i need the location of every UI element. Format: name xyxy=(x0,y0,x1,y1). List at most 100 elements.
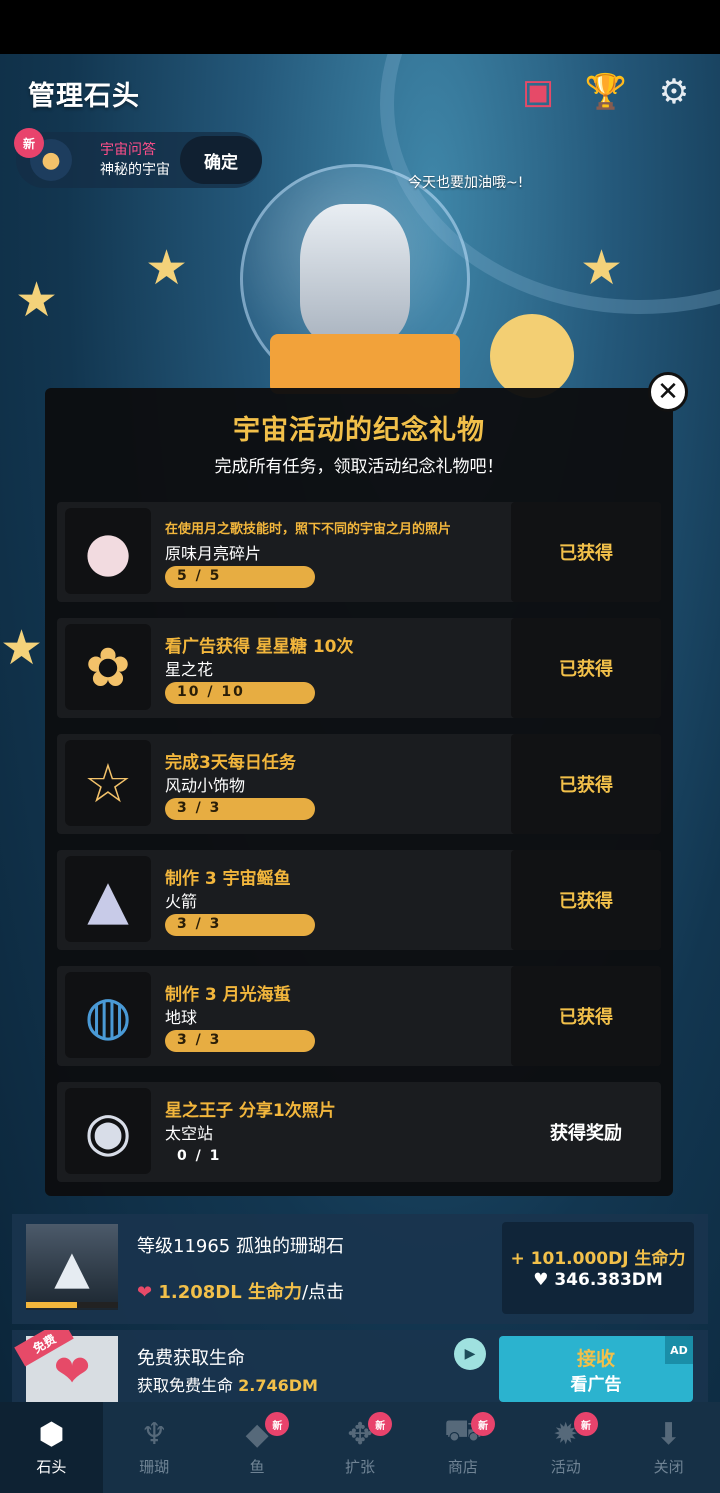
progress-bar: 5 / 5 xyxy=(165,566,315,588)
progress-bar: 3 / 3 xyxy=(165,798,315,820)
coral-icon: ♆ xyxy=(140,1417,168,1452)
watch-ad-label: 看广告 xyxy=(570,1375,622,1395)
progress-text: 3 / 3 xyxy=(177,916,222,932)
task-row: ● 在使用月之歌技能时，照下不同的宇宙之月的照片 原味月亮碎片 5 / 5 已获… xyxy=(57,502,661,602)
reward-name: 原味月亮碎片 xyxy=(165,544,262,563)
tab-label: 石头 xyxy=(36,1458,67,1476)
task-description: 制作 3 月光海蜇 xyxy=(165,985,291,1005)
notification-line1: 宇宙问答 xyxy=(100,142,156,158)
status-label: 已获得 xyxy=(511,618,661,718)
claim-reward-button[interactable]: 获得奖励 xyxy=(511,1082,661,1182)
star-decoration: ★ xyxy=(145,240,189,296)
total-life: ♥ 346.383DM xyxy=(533,1270,663,1290)
task-description: 星之王子 分享1次照片 xyxy=(165,1101,336,1121)
tab-fish[interactable]: 新 ◆ 鱼 xyxy=(206,1402,309,1493)
star-decoration: ★ xyxy=(580,240,624,296)
tab-label: 鱼 xyxy=(249,1458,265,1476)
watch-ad-button[interactable]: 接收 看广告 AD xyxy=(499,1336,693,1402)
star-flower-icon: ✿ xyxy=(65,624,151,710)
offer-subtitle: 获取免费生命 2.746DM xyxy=(137,1372,318,1396)
exp-bar-fill xyxy=(26,1302,77,1308)
confirm-button[interactable]: 确定 xyxy=(180,136,262,184)
tab-expand[interactable]: 新 ✥ 扩张 xyxy=(309,1402,412,1493)
wind-chime-icon: ☆ xyxy=(65,740,151,826)
task-description: 看广告获得 星星糖 10次 xyxy=(165,637,354,657)
task-row: ▲ 制作 3 宇宙鳐鱼 火箭 3 / 3 已获得 xyxy=(57,850,661,950)
free-life-offer: ❤ 免费 免费获取生命 获取免费生命 2.746DM ▶ 接收 看广告 AD xyxy=(12,1330,708,1402)
task-description: 制作 3 宇宙鳐鱼 xyxy=(165,869,291,889)
tap-value: ❤ 1.208DL 生命力/点击 xyxy=(137,1278,344,1304)
rocket-icon: ▲ xyxy=(65,856,151,942)
tab-stone[interactable]: ⬢ 石头 xyxy=(0,1402,103,1493)
close-icon[interactable]: ✕ xyxy=(648,372,688,412)
modal-subtitle: 完成所有任务，领取活动纪念礼物吧！ xyxy=(214,457,504,477)
status-label: 已获得 xyxy=(511,502,661,602)
offer-title: 免费获取生命 xyxy=(137,1348,245,1369)
status-label: 已获得 xyxy=(511,966,661,1066)
new-badge: 新 xyxy=(573,1412,598,1436)
tab-close[interactable]: ⬇ 关闭 xyxy=(617,1402,720,1493)
offer-sub-label: 获取免费生命 xyxy=(137,1376,234,1395)
star-decoration: ★ xyxy=(0,620,44,676)
stone-character[interactable] xyxy=(300,204,410,344)
notification-line2: 神秘的宇宙 xyxy=(100,162,170,178)
reward-name: 火箭 xyxy=(165,892,198,911)
tap-value-suffix: /点击 xyxy=(301,1282,345,1303)
task-row: ✿ 看广告获得 星星糖 10次 星之花 10 / 10 已获得 xyxy=(57,618,661,718)
receive-label: 接收 xyxy=(576,1348,615,1370)
income-box[interactable]: + 101.000DJ 生命力 ♥ 346.383DM xyxy=(502,1222,694,1314)
progress-text: 0 / 1 xyxy=(177,1148,222,1164)
new-badge: 新 xyxy=(14,128,44,158)
heart-tap-icon: ❤ xyxy=(137,1282,159,1303)
trophy-icon[interactable]: 🏆 xyxy=(584,70,628,114)
tab-label: 扩张 xyxy=(345,1458,376,1476)
tab-label: 商店 xyxy=(447,1458,478,1476)
new-badge: 新 xyxy=(471,1412,496,1436)
souvenir-gift-modal: 宇宙活动的纪念礼物 完成所有任务，领取活动纪念礼物吧！ ● 在使用月之歌技能时，… xyxy=(45,388,673,1196)
page-title: 管理石头 xyxy=(28,81,140,112)
tab-label: 珊瑚 xyxy=(139,1458,170,1476)
notification-text: 宇宙问答 神秘的宇宙 xyxy=(100,140,170,180)
status-label: 已获得 xyxy=(511,734,661,834)
tab-label: 关闭 xyxy=(653,1458,684,1476)
modal-title: 宇宙活动的纪念礼物 xyxy=(233,415,485,446)
reward-name: 地球 xyxy=(165,1008,198,1027)
progress-bar: 3 / 3 xyxy=(165,1030,315,1052)
stone-info-panel: ▲ 等级11965 孤独的珊瑚石 ❤ 1.208DL 生命力/点击 + 101.… xyxy=(12,1214,708,1324)
progress-bar: 0 / 1 xyxy=(165,1146,315,1168)
progress-text: 3 / 3 xyxy=(177,800,222,816)
ad-tag: AD xyxy=(665,1336,693,1364)
download-icon: ⬇ xyxy=(656,1417,682,1452)
gear-icon[interactable]: ⚙ xyxy=(652,70,696,114)
earth-icon: ◍ xyxy=(65,972,151,1058)
progress-bar: 3 / 3 xyxy=(165,914,315,936)
task-description: 在使用月之歌技能时，照下不同的宇宙之月的照片 xyxy=(165,522,452,537)
progress-text: 5 / 5 xyxy=(177,568,222,584)
task-row: ☆ 完成3天每日任务 风动小饰物 3 / 3 已获得 xyxy=(57,734,661,834)
coral-base xyxy=(270,334,460,394)
bottom-tab-bar: ⬢ 石头 ♆ 珊瑚 新 ◆ 鱼 新 ✥ 扩张 新 ⛟ 商店 新 ✹ 活动 ⬇ 关闭 xyxy=(0,1402,720,1493)
photo-album-icon[interactable]: ▣ xyxy=(516,70,560,114)
stone-avatar[interactable]: ▲ xyxy=(26,1224,118,1310)
moon-ball-decoration xyxy=(490,314,574,398)
stone-tab-icon: ⬢ xyxy=(38,1417,65,1452)
star-decoration: ★ xyxy=(15,272,59,328)
tab-event[interactable]: 新 ✹ 活动 xyxy=(514,1402,617,1493)
offer-sub-value: 2.746DM xyxy=(238,1376,318,1395)
new-badge: 新 xyxy=(368,1412,393,1436)
progress-text: 10 / 10 xyxy=(177,684,245,700)
reward-name: 星之花 xyxy=(165,660,214,679)
progress-text: 3 / 3 xyxy=(177,1032,222,1048)
moon-piece-icon: ● xyxy=(65,508,151,594)
task-row: ◍ 制作 3 月光海蜇 地球 3 / 3 已获得 xyxy=(57,966,661,1066)
play-icon[interactable]: ▶ xyxy=(454,1338,486,1370)
tap-value-amount: 1.208DL 生命力 xyxy=(158,1282,302,1303)
new-badge: 新 xyxy=(265,1412,290,1436)
tab-coral[interactable]: ♆ 珊瑚 xyxy=(103,1402,206,1493)
reward-name: 风动小饰物 xyxy=(165,776,246,795)
stone-level: 等级11965 孤独的珊瑚石 xyxy=(137,1236,344,1257)
income-rate: + 101.000DJ 生命力 xyxy=(510,1249,686,1269)
space-station-icon: ◉ xyxy=(65,1088,151,1174)
speech-bubble: 今天也要加油哦~! xyxy=(408,175,524,191)
tab-shop[interactable]: 新 ⛟ 商店 xyxy=(411,1402,514,1493)
